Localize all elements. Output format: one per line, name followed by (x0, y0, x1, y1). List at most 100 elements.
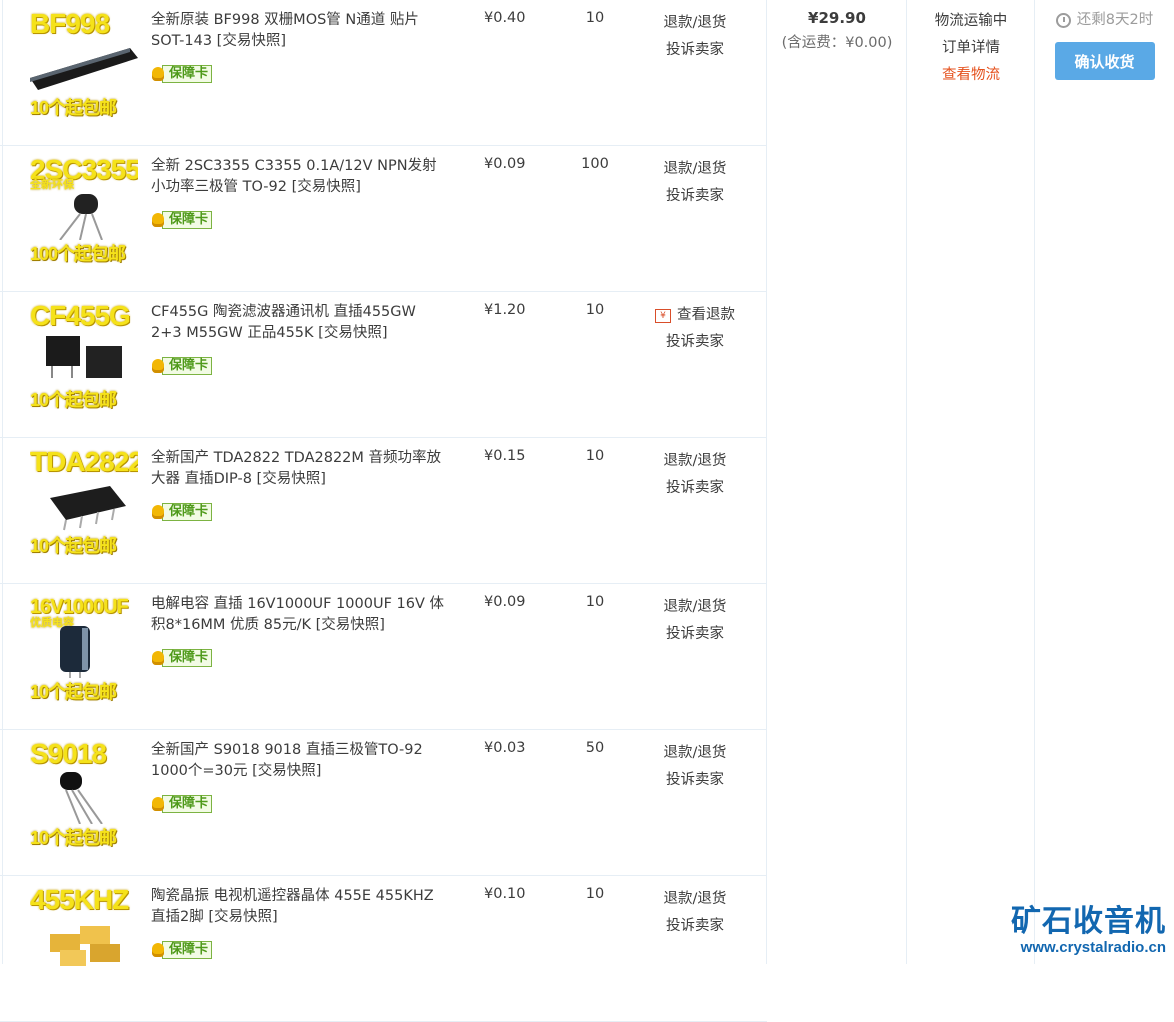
refund-link-label: 退款/退货 (663, 161, 727, 177)
guarantee-badge[interactable]: 保障卡 (152, 210, 213, 230)
order-item-list: BF998 10个起包邮 全新原装 BF998 双栅MOS管 N通道 贴片SOT-1… (0, 0, 1174, 1022)
bulb-icon (152, 67, 164, 81)
complain-seller-link[interactable]: 投诉卖家 (644, 475, 746, 502)
guarantee-badge[interactable]: 保障卡 (152, 794, 213, 814)
item-operations: 退款/退货 投诉卖家 (644, 886, 746, 940)
thumbnail-shipping-text: 10个起包邮 (30, 390, 117, 410)
unit-price: ¥1.20 (484, 302, 526, 318)
refund-icon: ¥ (655, 309, 671, 323)
order-item-row: 16V1000UF 优质电容 10个起包邮 电解电容 直插 16V1000UF 100… (0, 584, 767, 730)
component-image (30, 914, 138, 970)
order-item-row: TDA2822 10个起包邮 全新国产 TDA2822 TDA2822M 音频功率放… (0, 438, 767, 584)
unit-price: ¥0.10 (484, 886, 526, 902)
product-thumbnail[interactable]: CF455G 10个起包邮 (30, 300, 138, 412)
snapshot-link[interactable]: [交易快照] (217, 33, 286, 49)
complain-seller-link[interactable]: 投诉卖家 (644, 329, 746, 356)
guarantee-badge[interactable]: 保障卡 (152, 940, 213, 960)
item-operations: ¥ 查看退款投诉卖家 (644, 302, 746, 356)
refund-link[interactable]: ¥ 查看退款 (644, 302, 746, 329)
order-item-row: CF455G 10个起包邮 CF455G 陶瓷滤波器通讯机 直插455GW 2+3 … (0, 292, 767, 438)
product-thumbnail[interactable]: 16V1000UF 优质电容 10个起包邮 (30, 592, 138, 704)
confirm-receipt-button[interactable]: 确认收货 (1054, 42, 1155, 80)
logistics-status: 物流运输中 (934, 13, 1008, 29)
refund-link[interactable]: 退款/退货 (644, 594, 746, 621)
snapshot-link[interactable]: [交易快照] (252, 763, 321, 779)
order-detail-link[interactable]: 订单详情 (907, 35, 1035, 62)
unit-price: ¥0.40 (484, 10, 526, 26)
refund-link-label: 退款/退货 (663, 599, 727, 615)
complain-seller-link[interactable]: 投诉卖家 (644, 913, 746, 940)
snapshot-link[interactable]: [交易快照] (208, 909, 277, 925)
guarantee-badge[interactable]: 保障卡 (152, 64, 213, 84)
complain-seller-link[interactable]: 投诉卖家 (644, 767, 746, 794)
refund-link[interactable]: 退款/退货 (644, 740, 746, 767)
watermark: 矿石收音机 www.crystalradio.cn (1011, 905, 1166, 957)
bulb-icon (152, 943, 164, 957)
guarantee-badge-label: 保障卡 (162, 941, 213, 959)
unit-price: ¥0.03 (484, 740, 526, 756)
product-title-link[interactable]: 电解电容 直插 16V1000UF 1000UF 16V 体积8*16MM 优质… (151, 596, 444, 633)
component-image (30, 330, 138, 386)
refund-link[interactable]: 退款/退货 (644, 156, 746, 183)
snapshot-link[interactable]: [交易快照] (318, 325, 387, 341)
thumbnail-code: TDA2822 (30, 446, 138, 477)
order-total: ¥29.90 (808, 9, 866, 27)
snapshot-link[interactable]: [交易快照] (257, 471, 326, 487)
divider (906, 0, 907, 964)
refund-link[interactable]: 退款/退货 (644, 10, 746, 37)
complain-seller-link[interactable]: 投诉卖家 (644, 621, 746, 648)
guarantee-badge-label: 保障卡 (162, 795, 213, 813)
refund-link-label: 退款/退货 (663, 453, 727, 469)
watermark-url: www.crystalradio.cn (1020, 939, 1166, 956)
component-image (30, 476, 138, 532)
product-title-link[interactable]: 陶瓷晶振 电视机遥控器晶体 455E 455KHZ 直插2脚 (151, 888, 434, 925)
timer-icon (1055, 12, 1071, 28)
guarantee-badge-label: 保障卡 (162, 649, 213, 667)
product-thumbnail[interactable]: S9018 10个起包邮 (30, 738, 138, 850)
order-status-cell: 物流运输中 订单详情 查看物流 (907, 8, 1035, 89)
order-item-row: 2SC3355 全新环保 100个起包邮 全新 2SC3355 C3355 0.1A/… (0, 146, 767, 292)
refund-link[interactable]: 退款/退货 (644, 448, 746, 475)
complain-seller-link[interactable]: 投诉卖家 (644, 37, 746, 64)
bulb-icon (152, 651, 164, 665)
complain-seller-link[interactable]: 投诉卖家 (644, 183, 746, 210)
quantity: 50 (585, 740, 605, 756)
quantity: 10 (585, 302, 605, 318)
thumbnail-shipping-text: 10个起包邮 (30, 98, 117, 118)
product-title-cell: CF455G 陶瓷滤波器通讯机 直插455GW 2+3 M55GW 正品455K… (151, 302, 451, 344)
snapshot-link[interactable]: [交易快照] (316, 617, 385, 633)
refund-link[interactable]: 退款/退货 (644, 886, 746, 913)
thumbnail-shipping-text: 10个起包邮 (30, 536, 117, 556)
view-logistics-link[interactable]: 查看物流 (907, 62, 1035, 89)
order-item-row: BF998 10个起包邮 全新原装 BF998 双栅MOS管 N通道 贴片SOT-1… (0, 0, 767, 146)
guarantee-badge[interactable]: 保障卡 (152, 356, 213, 376)
product-thumbnail[interactable]: 2SC3355 全新环保 100个起包邮 (30, 154, 138, 266)
component-image (30, 38, 138, 94)
product-thumbnail[interactable]: 455KHZ (30, 884, 138, 996)
product-thumbnail[interactable]: BF998 10个起包邮 (30, 8, 138, 120)
product-thumbnail[interactable]: TDA2822 10个起包邮 (30, 446, 138, 558)
product-title-cell: 全新原装 BF998 双栅MOS管 N通道 贴片SOT-143 [交易快照] (151, 10, 451, 52)
item-operations: 退款/退货 投诉卖家 (644, 740, 746, 794)
refund-link-label: 查看退款 (677, 307, 735, 323)
guarantee-badge[interactable]: 保障卡 (152, 502, 213, 522)
bulb-icon (152, 213, 164, 227)
guarantee-badge[interactable]: 保障卡 (152, 648, 213, 668)
refund-link-label: 退款/退货 (663, 15, 727, 31)
thumbnail-shipping-text: 10个起包邮 (30, 682, 117, 702)
order-total-cell: ¥29.90 (含运费：¥0.00) (767, 8, 907, 58)
thumbnail-code: CF455G (30, 300, 131, 331)
quantity: 10 (585, 448, 605, 464)
product-title-cell: 陶瓷晶振 电视机遥控器晶体 455E 455KHZ 直插2脚 [交易快照] (151, 886, 451, 928)
thumbnail-shipping-text: 100个起包邮 (30, 244, 126, 264)
component-image (30, 768, 138, 825)
snapshot-link[interactable]: [交易快照] (292, 179, 361, 195)
product-title-cell: 全新国产 S9018 9018 直插三极管TO-92 1000个=30元 [交易… (151, 740, 451, 782)
thumbnail-shipping-text: 10个起包邮 (30, 828, 117, 848)
unit-price: ¥0.09 (484, 156, 526, 172)
remaining-time-text: 还剩8天2时 (1076, 12, 1154, 28)
order-item-row: 455KHZ 陶瓷晶振 电视机遥控器晶体 455E 455KHZ 直插2脚 [交易… (0, 876, 767, 1022)
item-operations: 退款/退货投诉卖家 (644, 448, 746, 502)
order-action-cell: 还剩8天2时 确认收货 (1035, 8, 1174, 80)
bulb-icon (152, 359, 164, 373)
